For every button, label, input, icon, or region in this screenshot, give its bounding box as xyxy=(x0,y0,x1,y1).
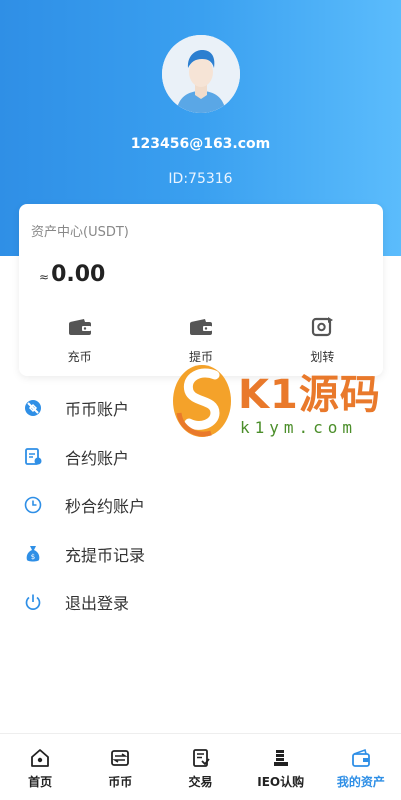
menu-label: 退出登录 xyxy=(65,594,130,614)
transfer-icon xyxy=(309,316,335,338)
menu-label: 充提币记录 xyxy=(65,545,146,565)
trade-icon xyxy=(192,749,210,767)
tab-label: 我的资产 xyxy=(336,775,385,789)
assets-wallet-icon xyxy=(352,748,370,767)
wallet-icon xyxy=(188,316,214,338)
tab-coin[interactable]: 币币 xyxy=(80,734,160,800)
approx-symbol: ≈ xyxy=(39,270,50,284)
tab-my-assets[interactable]: 我的资产 xyxy=(321,734,401,800)
asset-center-title: 资产中心(USDT) xyxy=(31,225,129,240)
tab-ieo[interactable]: IEO认购 xyxy=(241,734,321,800)
tab-label: IEO认购 xyxy=(257,775,305,789)
money-bag-icon: $ xyxy=(24,545,42,563)
tab-label: 交易 xyxy=(188,775,213,789)
avatar[interactable] xyxy=(162,35,240,113)
contract-icon xyxy=(24,447,42,466)
watermark: K1源码 k1ym.com xyxy=(168,360,388,444)
total-balance: ≈0.00 xyxy=(39,262,105,287)
clock-icon xyxy=(24,496,42,514)
exchange-icon xyxy=(111,750,130,766)
svg-text:$: $ xyxy=(31,553,35,561)
menu-label: 合约账户 xyxy=(65,448,130,468)
ieo-icon xyxy=(273,750,288,766)
tab-label: 币币 xyxy=(108,775,133,789)
user-email: 123456@163.com xyxy=(130,136,271,152)
user-id: ID:75316 xyxy=(168,171,233,187)
tab-trade[interactable]: 交易 xyxy=(160,734,240,800)
watermark-site: k1ym.com xyxy=(240,418,358,437)
menu-item-seconds-contract-account[interactable]: 秒合约账户 xyxy=(0,481,401,530)
power-icon xyxy=(24,593,42,611)
tab-home[interactable]: 首页 xyxy=(0,734,80,800)
assets-page: 123456@163.com ID:75316 资产中心(USDT) ≈0.00… xyxy=(0,0,401,800)
coin-account-icon xyxy=(24,399,42,417)
menu-item-deposit-withdraw-records[interactable]: $ 充提币记录 xyxy=(0,530,401,579)
balance-value: 0.00 xyxy=(51,262,106,287)
watermark-brand: K1源码 xyxy=(238,372,381,418)
menu-label: 币币账户 xyxy=(65,400,130,420)
watermark-logo-icon xyxy=(171,363,233,439)
deposit-button[interactable]: 充币 xyxy=(19,316,140,371)
tab-label: 首页 xyxy=(28,775,53,789)
wallet-icon xyxy=(67,316,93,338)
home-icon xyxy=(31,749,49,767)
deposit-label: 充币 xyxy=(67,350,92,364)
menu-item-logout[interactable]: 退出登录 xyxy=(0,578,401,627)
menu-label: 秒合约账户 xyxy=(65,497,146,517)
asset-center-card: 资产中心(USDT) ≈0.00 充币 提币 划转 xyxy=(19,204,383,376)
bottom-tab-bar: 首页 币币 交易 IEO认购 我的资产 xyxy=(0,733,401,800)
